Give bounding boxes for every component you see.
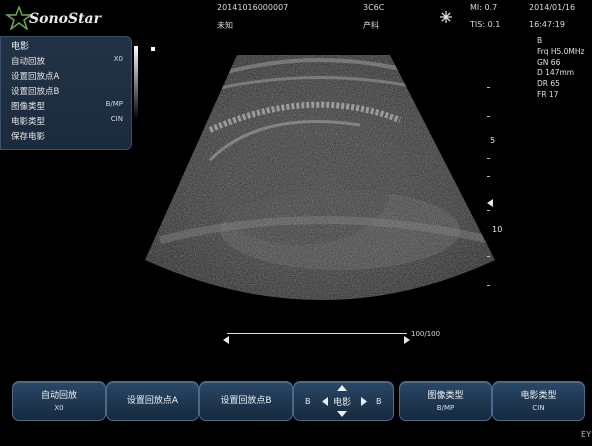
up-arrow-icon[interactable] xyxy=(337,385,347,391)
menu-item-value: B/MP xyxy=(105,100,123,108)
menu-item-image-type[interactable]: 图像类型 B/MP xyxy=(11,100,127,112)
depth: D 147mm xyxy=(537,68,575,78)
nav-left-label: B xyxy=(305,397,311,406)
imaging-parameters: B Frq H5.0MHz GN 66 D 147mm DR 65 FR 17 xyxy=(537,36,592,101)
mi-value: MI: 0.7 xyxy=(470,3,498,12)
button-value: B/MP xyxy=(436,404,455,412)
menu-item-value: X0 xyxy=(113,55,123,63)
button-label: 电影类型 xyxy=(520,391,557,401)
tis-value: TIS: 0.1 xyxy=(470,20,501,29)
button-label: 设置回放点B xyxy=(220,396,272,406)
patient-id: 20141016000007 xyxy=(217,3,289,12)
ultrasound-image[interactable] xyxy=(140,40,510,340)
menu-item-set-point-b[interactable]: 设置回放点B xyxy=(11,85,127,97)
depth-tick xyxy=(487,256,490,257)
menu-item-save-cine[interactable]: 保存电影 xyxy=(11,130,127,142)
menu-item-label: 电影类型 xyxy=(11,117,46,127)
patient-name: 未知 xyxy=(217,21,233,30)
brand-name: SonoStar xyxy=(29,11,101,27)
depth-label-10: 10 xyxy=(492,225,503,234)
depth-tick xyxy=(487,87,490,88)
menu-item-cine-type[interactable]: 电影类型 CIN xyxy=(11,115,127,127)
nav-center-label: 电影 xyxy=(333,398,352,408)
grayscale-bar xyxy=(134,46,138,120)
cine-end-marker-icon[interactable] xyxy=(404,329,410,348)
time: 16:47:19 xyxy=(529,20,565,29)
menu-item-label: 设置回放点B xyxy=(11,87,60,97)
button-value: CIN xyxy=(532,404,545,412)
frequency: Frq H5.0MHz xyxy=(537,46,585,56)
button-value: X0 xyxy=(54,404,64,412)
button-label: 图像类型 xyxy=(427,391,464,401)
cine-frame-counter: 100/100 xyxy=(411,330,441,338)
menu-item-label: 设置回放点A xyxy=(11,72,60,82)
cine-start-marker-icon[interactable] xyxy=(223,329,229,348)
dynamic-range: DR 65 xyxy=(537,79,560,89)
corner-label: EY xyxy=(581,430,592,439)
menu-item-label: 保存电影 xyxy=(11,132,46,142)
preset-code: 3C6C xyxy=(363,3,385,12)
depth-tick xyxy=(487,210,490,211)
cine-type-button[interactable]: 电影类型 CIN xyxy=(492,381,585,421)
depth-label-5: 5 xyxy=(490,136,496,145)
depth-tick xyxy=(487,285,490,286)
button-label: 自动回放 xyxy=(40,391,77,401)
depth-tick xyxy=(487,176,490,177)
depth-tick xyxy=(487,116,490,117)
down-arrow-icon[interactable] xyxy=(337,411,347,417)
image-type-button[interactable]: 图像类型 B/MP xyxy=(399,381,492,421)
cine-nav-button[interactable]: B 电影 B xyxy=(293,381,394,421)
snowflake-icon[interactable] xyxy=(440,8,452,27)
frame-rate: FR 17 xyxy=(537,89,559,99)
button-label: 设置回放点A xyxy=(126,396,179,406)
menu-title: 电影 xyxy=(11,42,30,52)
set-point-b-button[interactable]: 设置回放点B xyxy=(199,381,293,421)
cine-progress-bar[interactable] xyxy=(227,333,407,334)
gain: GN 66 xyxy=(537,57,561,67)
menu-item-label: 图像类型 xyxy=(11,102,46,112)
depth-tick xyxy=(487,158,490,159)
left-arrow-icon[interactable] xyxy=(322,397,328,406)
cine-menu: 电影 自动回放 X0 设置回放点A 设置回放点B 图像类型 B/MP 电影类型 … xyxy=(0,36,132,150)
mode-label: B xyxy=(537,36,543,45)
nav-right-label: B xyxy=(376,397,382,406)
menu-item-auto-play[interactable]: 自动回放 X0 xyxy=(11,55,127,67)
sonostar-logo: SonoStar xyxy=(3,6,103,30)
right-arrow-icon[interactable] xyxy=(361,397,367,406)
date: 2014/01/16 xyxy=(529,3,576,12)
exam-type: 产科 xyxy=(363,21,379,30)
menu-item-value: CIN xyxy=(110,115,123,123)
menu-item-set-point-a[interactable]: 设置回放点A xyxy=(11,70,127,82)
auto-play-button[interactable]: 自动回放 X0 xyxy=(12,381,106,421)
menu-item-label: 自动回放 xyxy=(11,57,46,67)
focus-marker-icon[interactable] xyxy=(487,192,493,211)
set-point-a-button[interactable]: 设置回放点A xyxy=(106,381,199,421)
